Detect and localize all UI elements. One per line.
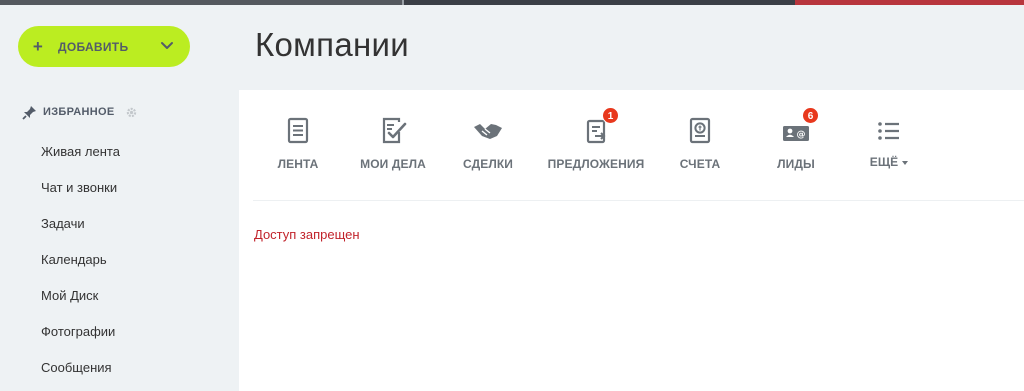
tab-my-activities[interactable]: МОИ ДЕЛА [351, 90, 435, 200]
svg-text:@: @ [797, 130, 806, 140]
favorites-label: ИЗБРАННОЕ [43, 106, 115, 118]
leads-icon: @ 6 [781, 107, 819, 146]
page-title: Компании [255, 26, 409, 63]
tab-quotes[interactable]: 1 ПРЕДЛОЖЕНИЯ [542, 90, 650, 200]
content-panel: ЛЕНТА МОИ ДЕЛА СДЕЛКИ 1 ПРЕДЛОЖЕНИЯ СЧЕТ… [239, 90, 1024, 391]
top-bar [0, 0, 1024, 5]
sidebar-item[interactable]: Чат и звонки [41, 178, 120, 214]
sidebar-item[interactable]: Живая лента [41, 142, 120, 178]
caret-down-icon [902, 160, 909, 165]
tab-label: СДЕЛКИ [462, 157, 514, 171]
tab-label: ЕЩЁ [869, 155, 899, 169]
tab-label: ЛЕНТА [277, 157, 319, 171]
handshake-icon [473, 116, 503, 146]
tab-label: ПРЕДЛОЖЕНИЯ [547, 157, 645, 171]
sidebar-item[interactable]: Фотографии [41, 322, 120, 358]
notification-badge: 6 [802, 107, 819, 124]
tabs-divider [253, 200, 1024, 201]
crm-tabs: ЛЕНТА МОИ ДЕЛА СДЕЛКИ 1 ПРЕДЛОЖЕНИЯ СЧЕТ… [239, 90, 1024, 200]
top-bar-segment-alert [795, 0, 1024, 5]
more-list-icon [874, 116, 904, 146]
tab-invoices[interactable]: СЧЕТА [668, 90, 732, 200]
tab-label: МОИ ДЕЛА [360, 157, 426, 171]
tab-label: СЧЕТА [679, 157, 721, 171]
sidebar-item[interactable]: Сообщения [41, 358, 120, 391]
access-denied-message: Доступ запрещен [254, 227, 360, 242]
sidebar-menu: Живая лента Чат и звонки Задачи Календар… [41, 142, 120, 391]
chevron-down-icon[interactable] [160, 39, 174, 53]
add-button-label: ДОБАВИТЬ [58, 39, 129, 54]
tab-more[interactable]: ЕЩЁ [859, 90, 919, 200]
invoice-icon [685, 116, 715, 146]
sidebar-item[interactable]: Мой Диск [41, 286, 120, 322]
plus-icon: + [32, 36, 44, 56]
tab-more-label: ЕЩЁ [859, 155, 919, 169]
checklist-icon [378, 116, 408, 146]
top-bar-segment [404, 0, 795, 5]
sidebar-item[interactable]: Календарь [41, 250, 120, 286]
feed-icon [283, 116, 313, 146]
favorites-header[interactable]: ИЗБРАННОЕ [22, 104, 138, 120]
tab-deals[interactable]: СДЕЛКИ [454, 90, 522, 200]
pin-icon [22, 105, 37, 120]
tab-label: ЛИДЫ [777, 157, 815, 171]
add-button[interactable]: + ДОБАВИТЬ [18, 26, 190, 67]
tab-leads[interactable]: @ 6 ЛИДЫ [765, 90, 827, 200]
gear-icon[interactable] [125, 106, 138, 119]
sidebar-item[interactable]: Задачи [41, 214, 120, 250]
tab-feed[interactable]: ЛЕНТА [264, 90, 332, 200]
quote-icon: 1 [581, 107, 619, 146]
notification-badge: 1 [602, 107, 619, 124]
